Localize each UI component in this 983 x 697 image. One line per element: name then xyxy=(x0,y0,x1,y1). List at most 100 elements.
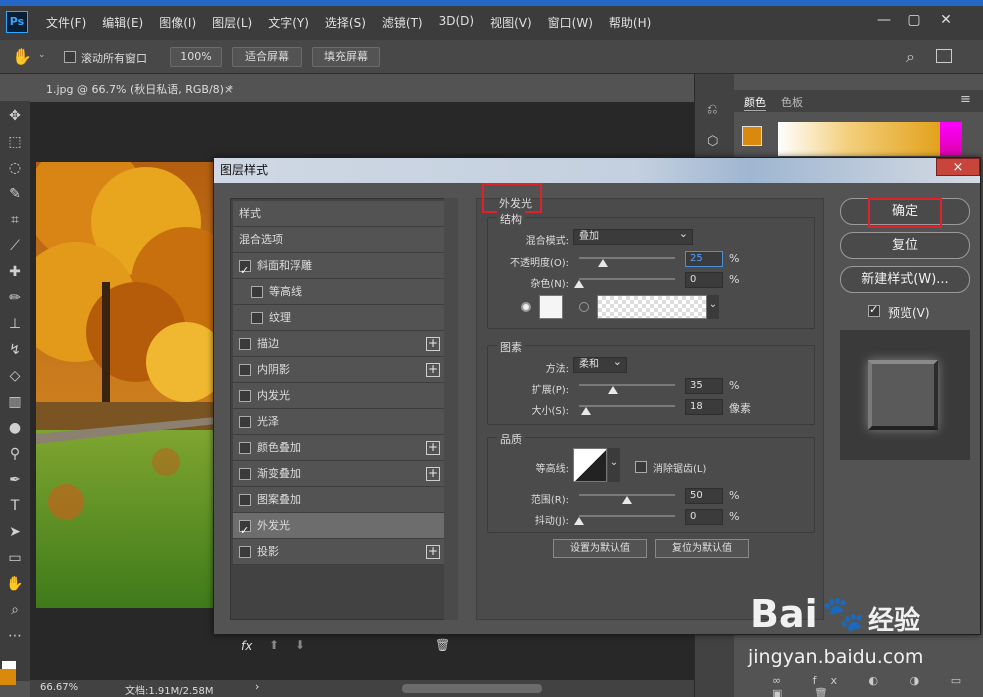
eraser-tool-icon[interactable]: ◇ xyxy=(3,365,27,387)
dialog-close-button[interactable]: × xyxy=(936,158,980,176)
close-icon[interactable]: ✕ xyxy=(932,10,960,30)
antialias-checkbox[interactable] xyxy=(635,461,647,476)
style-checkbox[interactable] xyxy=(239,364,251,376)
size-slider-knob[interactable] xyxy=(580,407,591,415)
style-list-item[interactable]: 等高线 xyxy=(233,279,444,305)
scroll-all-windows-checkbox[interactable] xyxy=(64,51,76,66)
quick-select-tool-icon[interactable]: ✎ xyxy=(3,183,27,205)
zoom-100-button[interactable]: 100% xyxy=(170,47,222,67)
foreground-color-swatch[interactable] xyxy=(0,669,16,685)
healing-brush-tool-icon[interactable]: ✚ xyxy=(3,261,27,283)
rectangle-tool-icon[interactable]: ▭ xyxy=(3,547,27,569)
lasso-tool-icon[interactable]: ◌ xyxy=(3,157,27,179)
delete-icon[interactable]: 🗑 xyxy=(435,638,450,652)
style-list-item[interactable]: 渐变叠加 + xyxy=(233,461,444,487)
jitter-input[interactable]: 0 xyxy=(685,509,723,525)
history-panel-icon[interactable]: ⎌ xyxy=(707,102,717,117)
menu-item[interactable]: 滤镜(T) xyxy=(374,14,431,31)
style-list-item[interactable]: 颜色叠加 + xyxy=(233,435,444,461)
minimize-icon[interactable]: — xyxy=(870,10,898,30)
menu-item[interactable]: 文字(Y) xyxy=(260,14,317,31)
add-effect-icon[interactable]: + xyxy=(426,363,440,377)
menu-item[interactable]: 帮助(H) xyxy=(601,14,659,31)
document-tab[interactable]: 1.jpg @ 66.7% (秋日私语, RGB/8) * × xyxy=(36,78,244,102)
style-checkbox[interactable] xyxy=(239,442,251,454)
jitter-slider[interactable] xyxy=(579,515,675,517)
contour-preview[interactable] xyxy=(573,448,607,482)
opacity-slider[interactable] xyxy=(579,257,675,259)
tab-color[interactable]: 颜色 xyxy=(744,94,766,111)
horizontal-scrollbar[interactable] xyxy=(402,684,542,693)
search-icon[interactable]: ⌕ xyxy=(906,47,915,67)
style-checkbox[interactable] xyxy=(239,546,251,558)
menu-item[interactable]: 文件(F) xyxy=(38,14,94,31)
menu-item[interactable]: 窗口(W) xyxy=(540,14,601,31)
style-checkbox[interactable] xyxy=(251,312,263,324)
spread-input[interactable]: 35 xyxy=(685,378,723,394)
path-selection-tool-icon[interactable]: ➤ xyxy=(3,521,27,543)
clone-stamp-tool-icon[interactable]: ⊥ xyxy=(3,313,27,335)
hand-tool-icon[interactable]: ✋ xyxy=(3,573,27,595)
size-input[interactable]: 18 xyxy=(685,399,723,415)
gradient-radio[interactable] xyxy=(579,302,589,312)
move-up-icon[interactable]: ⬆ xyxy=(269,638,279,652)
fx-menu-button[interactable]: fx xyxy=(241,639,252,653)
style-checkbox[interactable] xyxy=(239,258,251,284)
tab-swatches[interactable]: 色板 xyxy=(781,94,803,110)
style-list-item[interactable]: 光泽 xyxy=(233,409,444,435)
more-tools-icon[interactable]: ⋯ xyxy=(3,625,27,647)
fill-screen-button[interactable]: 填充屏幕 xyxy=(312,47,380,67)
panel-menu-icon[interactable]: ≡ xyxy=(960,92,971,107)
marquee-tool-icon[interactable]: ⬚ xyxy=(3,131,27,153)
menu-item[interactable]: 图层(L) xyxy=(204,14,260,31)
eyedropper-tool-icon[interactable]: ⟋ xyxy=(3,235,27,257)
panel-foreground-swatch[interactable] xyxy=(742,126,762,146)
close-tab-icon[interactable]: × xyxy=(224,78,233,102)
range-slider-knob[interactable] xyxy=(622,496,632,504)
color-spectrum[interactable] xyxy=(778,122,954,156)
maximize-icon[interactable]: ▢ xyxy=(900,10,928,30)
blur-tool-icon[interactable]: ● xyxy=(3,417,27,439)
style-checkbox[interactable] xyxy=(239,416,251,428)
style-list-scrollbar[interactable] xyxy=(444,198,458,620)
contour-dropdown-icon[interactable]: ⌄ xyxy=(608,448,620,482)
menu-item[interactable]: 视图(V) xyxy=(482,14,540,31)
spread-slider-knob[interactable] xyxy=(607,386,618,394)
gradient-tool-icon[interactable]: ▥ xyxy=(3,391,27,413)
hand-tool-icon[interactable]: ✋ xyxy=(12,47,32,66)
solid-color-radio[interactable] xyxy=(521,302,531,312)
type-tool-icon[interactable]: T xyxy=(3,495,27,517)
reset-to-default-button[interactable]: 复位为默认值 xyxy=(655,539,749,558)
style-checkbox[interactable] xyxy=(239,338,251,350)
noise-input[interactable]: 0 xyxy=(685,272,723,288)
add-effect-icon[interactable]: + xyxy=(426,441,440,455)
preview-checkbox[interactable] xyxy=(868,303,880,320)
menu-item[interactable]: 3D(D) xyxy=(431,14,482,31)
fit-screen-button[interactable]: 适合屏幕 xyxy=(232,47,302,67)
style-list-item[interactable]: 投影 + xyxy=(233,539,444,565)
brush-tool-icon[interactable]: ✏ xyxy=(3,287,27,309)
zoom-level[interactable]: 66.67% xyxy=(40,682,78,693)
style-list-item[interactable]: 内发光 xyxy=(233,383,444,409)
move-tool-icon[interactable]: ✥ xyxy=(3,105,27,127)
style-list-item[interactable]: 外发光 xyxy=(233,513,444,544)
history-brush-tool-icon[interactable]: ↯ xyxy=(3,339,27,361)
style-checkbox[interactable] xyxy=(239,494,251,506)
style-list-item[interactable]: 斜面和浮雕 xyxy=(233,253,444,284)
size-slider[interactable] xyxy=(579,405,675,407)
style-checkbox[interactable] xyxy=(239,390,251,402)
style-list-item[interactable]: 内阴影 + xyxy=(233,357,444,383)
status-menu-icon[interactable]: › xyxy=(255,680,259,693)
glow-color-swatch[interactable] xyxy=(539,295,563,319)
gradient-picker-dropdown-icon[interactable]: ⌄ xyxy=(707,295,719,319)
menu-item[interactable]: 选择(S) xyxy=(317,14,374,31)
add-effect-icon[interactable]: + xyxy=(426,337,440,351)
style-list-item[interactable]: 图案叠加 xyxy=(233,487,444,513)
pen-tool-icon[interactable]: ✒ xyxy=(3,469,27,491)
style-checkbox[interactable] xyxy=(251,286,263,298)
add-effect-icon[interactable]: + xyxy=(426,545,440,559)
glow-gradient-swatch[interactable] xyxy=(597,295,707,319)
noise-slider-knob[interactable] xyxy=(574,280,584,288)
opacity-slider-knob[interactable] xyxy=(598,259,608,267)
style-checkbox[interactable] xyxy=(239,468,251,480)
